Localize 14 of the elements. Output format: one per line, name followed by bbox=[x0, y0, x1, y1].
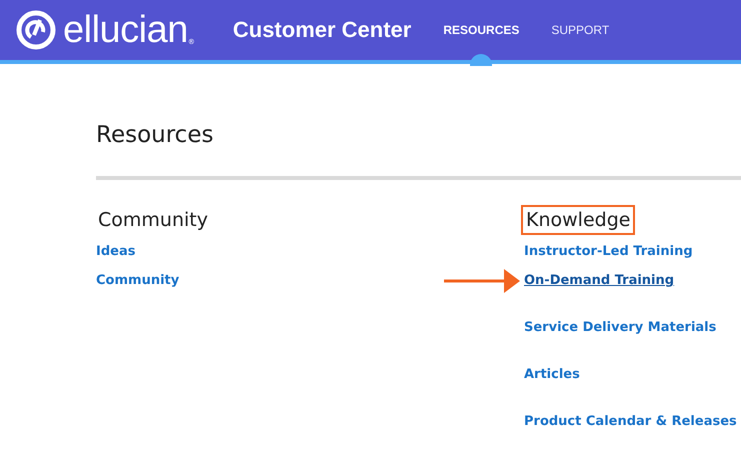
resource-link[interactable]: Instructor-Led Training bbox=[524, 243, 693, 261]
logo-text: ellucian bbox=[63, 11, 188, 49]
nav-tab[interactable]: SUPPORT bbox=[551, 0, 610, 66]
section-heading: Community bbox=[97, 208, 209, 233]
resource-link[interactable]: Articles bbox=[524, 366, 580, 384]
resource-link[interactable]: Community bbox=[96, 272, 180, 290]
resource-link[interactable]: Service Delivery Materials bbox=[524, 319, 716, 337]
page-title: Resources bbox=[96, 121, 214, 150]
section-heading: Knowledge bbox=[521, 205, 636, 235]
resource-link[interactable]: Ideas bbox=[96, 243, 136, 261]
resource-link[interactable]: Product Calendar & Releases bbox=[524, 413, 737, 431]
site-title: Customer Center bbox=[232, 17, 412, 43]
resource-link[interactable]: On-Demand Training bbox=[524, 272, 674, 290]
logo-icon bbox=[16, 10, 56, 50]
